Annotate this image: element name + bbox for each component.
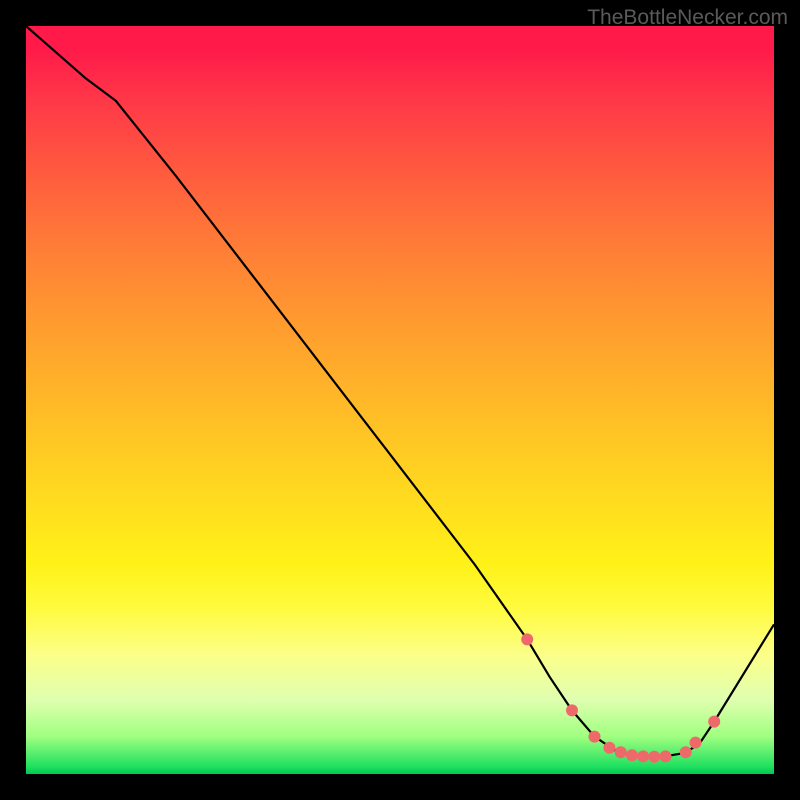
highlight-dot [603, 742, 615, 754]
highlight-dot [566, 704, 578, 716]
chart-svg [26, 26, 774, 774]
highlight-dot [615, 746, 627, 758]
highlight-dots [521, 633, 720, 762]
highlight-dot [690, 737, 702, 749]
chart-container: TheBottleNecker.com [0, 0, 800, 800]
bottleneck-curve [26, 26, 774, 757]
highlight-dot [708, 716, 720, 728]
watermark-text: TheBottleNecker.com [587, 6, 788, 30]
highlight-dot [626, 749, 638, 761]
highlight-dot [648, 751, 660, 763]
plot-area [26, 26, 774, 774]
highlight-dot [660, 750, 672, 762]
highlight-dot [521, 633, 533, 645]
highlight-dot [680, 746, 692, 758]
highlight-dot [589, 731, 601, 743]
highlight-dot [637, 750, 649, 762]
